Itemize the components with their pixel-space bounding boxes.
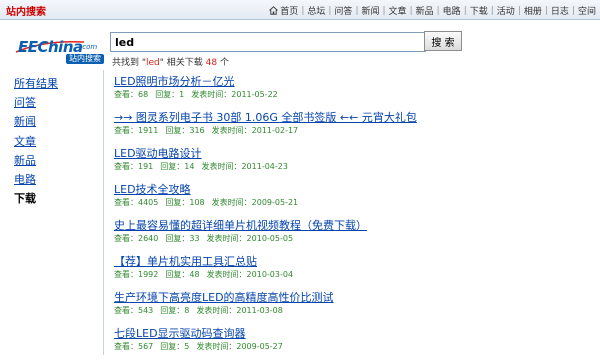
result-views: 查看：1911: [114, 126, 159, 135]
result-replies: 回复：316: [165, 126, 205, 135]
list-item: 七段LED显示驱动码查询器 查看：567 回复：5 发表时间：2009-05-27: [114, 327, 594, 363]
list-item: 【荐】单片机实用工具汇总贴 查看：1992 回复：48 发表时间：2010-03-0…: [114, 255, 594, 291]
sidebar-item-qa[interactable]: 问答: [14, 93, 94, 112]
result-date: 发表时间：2010-03-04: [206, 270, 294, 279]
result-replies: 回复：14: [160, 162, 195, 171]
column-divider: [103, 70, 104, 355]
result-meta: 查看：567 回复：5 发表时间：2009-05-27: [114, 342, 594, 352]
nav-separator: |: [355, 5, 359, 16]
result-summary: 共找到 "led" 相关下载 48 个: [112, 55, 229, 68]
nav-space[interactable]: 空间: [578, 4, 596, 17]
result-views: 查看：543: [114, 306, 154, 315]
nav-separator: |: [544, 5, 548, 16]
result-replies: 回复：33: [165, 234, 200, 243]
nav-albums[interactable]: 相册: [524, 4, 542, 17]
nav-home[interactable]: 首页: [280, 4, 298, 17]
result-date: 发表时间：2011-05-22: [191, 90, 278, 99]
summary-suffix: 个: [217, 58, 229, 68]
result-views: 查看：567: [114, 342, 154, 351]
nav-separator: |: [328, 5, 332, 16]
nav-separator: |: [571, 5, 575, 16]
nav-separator: |: [409, 5, 413, 16]
result-date: 发表时间：2009-05-27: [196, 342, 283, 351]
result-title-link[interactable]: LED照明市场分析－亿光: [114, 75, 594, 89]
search-button[interactable]: 搜 索: [424, 31, 462, 51]
sidebar-item-all[interactable]: 所有结果: [14, 74, 94, 93]
nav-circuits[interactable]: 电路: [443, 4, 461, 17]
result-replies: 回复：48: [165, 270, 200, 279]
nav-separator: |: [301, 5, 305, 16]
site-search-title: 站内搜索: [6, 7, 46, 18]
result-title-link[interactable]: LED驱动电路设计: [114, 147, 594, 161]
nav-qa[interactable]: 问答: [334, 4, 352, 17]
result-date: 发表时间：2011-02-17: [211, 126, 299, 135]
result-title-link[interactable]: →→ 图灵系列电子书 30部 1.06G 全部书签版 ←← 元宵大礼包: [114, 111, 594, 125]
nav-events[interactable]: 活动: [497, 4, 515, 17]
sidebar-item-products[interactable]: 新品: [14, 151, 94, 170]
result-replies: 回复：1: [155, 90, 185, 99]
nav-separator: |: [382, 5, 386, 16]
top-nav: 首页 | 总坛 | 问答 | 新闻 | 文章 | 新品 | 电路 | 下载 | 活动 | 相册 | …: [269, 4, 596, 17]
result-views: 查看：2640: [114, 234, 159, 243]
summary-prefix: 共找到 ": [112, 58, 147, 68]
summary-count: 48: [205, 58, 218, 68]
list-item: 生产环境下高亮度LED的高精度高性价比测试 查看：543 回复：8 发表时间：201…: [114, 291, 594, 327]
logo-domain: .com: [80, 43, 98, 51]
result-date: 发表时间：2011-03-08: [196, 306, 283, 315]
sidebar-item-news[interactable]: 新闻: [14, 112, 94, 131]
list-item: LED技术全攻略 查看：4405 回复：108 发表时间：2009-05-21: [114, 183, 594, 219]
list-item: 史上最容易懂的超详细单片机视频教程（免费下载） 查看：2640 回复：33 发表时间…: [114, 219, 594, 255]
result-replies: 回复：8: [160, 306, 190, 315]
result-title-link[interactable]: 史上最容易懂的超详细单片机视频教程（免费下载）: [114, 219, 594, 233]
result-replies: 回复：108: [165, 198, 205, 207]
summary-middle: " 相关下载: [159, 58, 206, 68]
nav-separator: |: [463, 5, 467, 16]
result-replies: 回复：5: [160, 342, 190, 351]
result-title-link[interactable]: 生产环境下高亮度LED的高精度高性价比测试: [114, 291, 594, 305]
nav-blog[interactable]: 日志: [551, 4, 569, 17]
result-date: 发表时间：2010-05-05: [206, 234, 294, 243]
nav-downloads[interactable]: 下载: [470, 4, 488, 17]
list-item: LED驱动电路设计 查看：191 回复：14 发表时间：2011-04-23: [114, 147, 594, 183]
sidebar-item-articles[interactable]: 文章: [14, 132, 94, 151]
result-views: 查看：1992: [114, 270, 159, 279]
category-sidebar: 所有结果 问答 新闻 文章 新品 电路 下载: [14, 74, 94, 208]
result-meta: 查看：4405 回复：108 发表时间：2009-05-21: [114, 198, 594, 208]
summary-keyword: led: [146, 58, 160, 68]
result-meta: 查看：1992 回复：48 发表时间：2010-03-04: [114, 270, 594, 280]
search-input[interactable]: [110, 32, 426, 52]
top-bar: 站内搜索 首页 | 总坛 | 问答 | 新闻 | 文章 | 新品 | 电路 | 下载 | 活动 |…: [0, 0, 600, 20]
home-icon[interactable]: [269, 6, 279, 15]
results-list: LED照明市场分析－亿光 查看：68 回复：1 发表时间：2011-05-22 →→…: [114, 75, 594, 363]
nav-products[interactable]: 新品: [416, 4, 434, 17]
nav-separator: |: [517, 5, 521, 16]
result-meta: 查看：543 回复：8 发表时间：2011-03-08: [114, 306, 594, 316]
sidebar-item-downloads[interactable]: 下载: [14, 189, 94, 208]
result-views: 查看：4405: [114, 198, 159, 207]
result-title-link[interactable]: 七段LED显示驱动码查询器: [114, 327, 594, 341]
list-item: LED照明市场分析－亿光 查看：68 回复：1 发表时间：2011-05-22: [114, 75, 594, 111]
result-views: 查看：191: [114, 162, 154, 171]
nav-separator: |: [490, 5, 494, 16]
result-meta: 查看：191 回复：14 发表时间：2011-04-23: [114, 162, 594, 172]
nav-separator: |: [436, 5, 440, 16]
eechina-logo[interactable]: EEChina .com 站内搜索: [14, 34, 106, 64]
nav-articles[interactable]: 文章: [389, 4, 407, 17]
result-meta: 查看：1911 回复：316 发表时间：2011-02-17: [114, 126, 594, 136]
sidebar-item-circuits[interactable]: 电路: [14, 170, 94, 189]
result-date: 发表时间：2009-05-21: [211, 198, 299, 207]
nav-forum[interactable]: 总坛: [307, 4, 325, 17]
nav-news[interactable]: 新闻: [361, 4, 379, 17]
logo-subtitle: 站内搜索: [66, 54, 104, 64]
result-title-link[interactable]: LED技术全攻略: [114, 183, 594, 197]
result-date: 发表时间：2011-04-23: [201, 162, 288, 171]
result-meta: 查看：2640 回复：33 发表时间：2010-05-05: [114, 234, 594, 244]
result-views: 查看：68: [114, 90, 149, 99]
result-meta: 查看：68 回复：1 发表时间：2011-05-22: [114, 90, 594, 100]
list-item: →→ 图灵系列电子书 30部 1.06G 全部书签版 ←← 元宵大礼包 查看：1…: [114, 111, 594, 147]
result-title-link[interactable]: 【荐】单片机实用工具汇总贴: [114, 255, 594, 269]
